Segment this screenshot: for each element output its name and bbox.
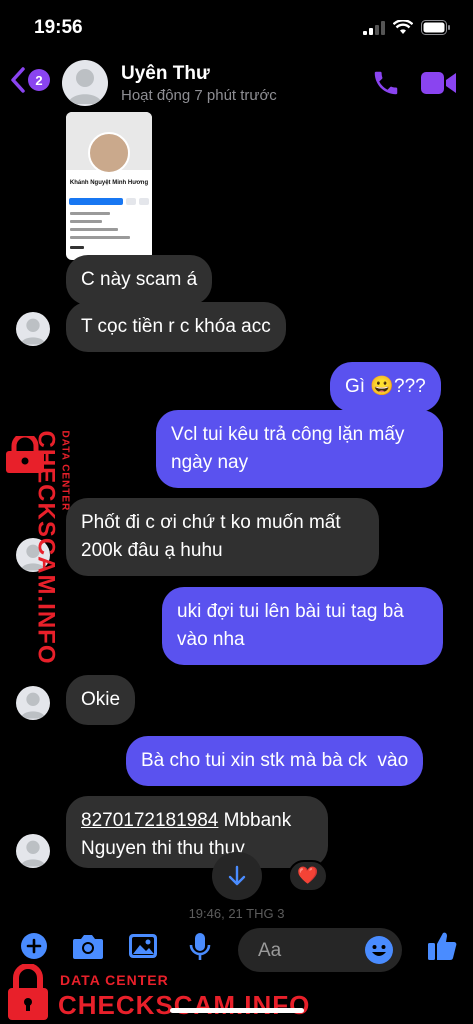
wifi-icon [393, 20, 413, 34]
shared-image-cover [66, 112, 152, 174]
default-avatar-icon [20, 318, 46, 345]
message-text: Okie [81, 689, 121, 710]
camera-icon[interactable] [72, 932, 104, 960]
message-outgoing[interactable]: Bà cho tui xin stk mà bà ck vào [126, 736, 424, 786]
message-incoming[interactable]: Phốt đi c ơi chứ t ko muốn mất 200k đâu … [66, 498, 379, 576]
default-avatar-icon [20, 840, 46, 867]
message-text-line: Vcl tui kêu trả công lặn mấy [171, 424, 405, 445]
shared-image-button [69, 198, 123, 205]
watermark-small-text: DATA CENTER [60, 972, 169, 988]
message-outgoing[interactable]: uki đợi tui lên bài tui tag bà vào nha [162, 587, 443, 665]
message-outgoing[interactable]: Vcl tui kêu trả công lặn mấy ngày nay [156, 410, 443, 488]
shared-image-button-2 [126, 198, 136, 205]
message-text-line: Nguyen thi thu thuy [81, 838, 245, 859]
message-text: C này scam á [81, 269, 198, 290]
home-indicator[interactable] [170, 1008, 304, 1013]
sender-avatar[interactable] [16, 312, 50, 346]
message-text-line: Phốt đi c ơi chứ t ko muốn mất [81, 512, 341, 533]
contact-name[interactable]: Uyên Thư [121, 63, 210, 85]
photo-gallery-icon[interactable] [128, 932, 158, 960]
sender-avatar[interactable] [16, 834, 50, 868]
shared-image-profile-picture [88, 132, 130, 174]
watermark-side-text: DATA CENTER CHECKSCAM.INFO [32, 430, 71, 665]
chat-header: 2 Uyên Thư Hoạt động 7 phút trước [0, 56, 473, 112]
watermark-side: DATA CENTER CHECKSCAM.INFO [2, 431, 71, 666]
watermark-big-text: CHECKSCAM.INFO [58, 990, 311, 1020]
message-incoming[interactable]: Okie [66, 675, 136, 725]
arrow-down-icon [228, 865, 246, 886]
message-incoming[interactable]: C này scam á [66, 255, 213, 305]
message-incoming[interactable]: T cọc tiền r c khóa acc [66, 302, 286, 352]
shared-image-line [70, 212, 110, 215]
message-text-line: 200k đâu ạ huhu [81, 540, 223, 561]
message-text-line: ngày nay [171, 452, 249, 473]
watermark-small-text: DATA CENTER [59, 430, 71, 512]
back-button[interactable]: 2 [10, 66, 50, 94]
message-text: T cọc tiền r c khóa acc [81, 316, 271, 337]
shared-image-line [70, 246, 84, 249]
contact-status: Hoạt động 7 phút trước [121, 87, 277, 104]
grinning-emoji-icon: 😀 [370, 376, 395, 397]
message-text: ??? [394, 376, 426, 397]
contact-avatar[interactable] [62, 60, 108, 106]
message-incoming[interactable]: 8270172181984 Mbbank Nguyen thi thu thuy [66, 796, 328, 868]
status-icons [363, 20, 451, 35]
message-outgoing[interactable]: Gì 😀??? [330, 362, 441, 412]
message-text: Mbbank [218, 810, 292, 831]
phone-call-icon[interactable] [371, 68, 401, 98]
message-text: Bà cho tui xin stk mà bà ck vào [141, 750, 409, 771]
heart-reaction[interactable]: ❤️ [288, 860, 328, 892]
message-timestamp: 19:46, 21 THG 3 [188, 906, 285, 921]
chevron-left-icon [11, 67, 25, 93]
shared-image-line [70, 228, 118, 231]
plus-icon[interactable] [20, 932, 48, 960]
message-text-line: uki đợi tui lên bài tui tag bà [177, 601, 404, 622]
microphone-icon[interactable] [188, 932, 212, 962]
watermark-bottom: DATA CENTER CHECKSCAM.INFO [0, 960, 473, 1024]
shared-image-line [70, 236, 130, 239]
padlock-icon [8, 964, 48, 1020]
watermark-big-text: CHECKSCAM.INFO [32, 430, 60, 665]
account-number-link[interactable]: 8270172181984 [81, 810, 218, 831]
shared-profile-screenshot[interactable]: Khánh Nguyệt Minh Hương [66, 112, 152, 260]
sender-avatar[interactable] [16, 686, 50, 720]
unread-badge: 2 [28, 69, 50, 91]
status-bar: 19:56 [0, 0, 473, 54]
default-avatar-icon [68, 69, 102, 104]
video-call-icon[interactable] [421, 70, 457, 96]
shared-image-line [70, 220, 102, 223]
battery-icon [421, 20, 450, 35]
thumbs-up-icon[interactable] [427, 930, 457, 962]
message-text: Gì [345, 376, 371, 397]
shared-image-profile-name: Khánh Nguyệt Minh Hương [69, 180, 149, 186]
message-text-line: vào nha [177, 629, 245, 650]
shared-image-button-3 [139, 198, 149, 205]
message-input-placeholder: Aa [258, 940, 282, 961]
scroll-to-bottom-button[interactable] [212, 852, 262, 900]
default-avatar-icon [20, 692, 46, 719]
signal-icon [363, 20, 385, 35]
status-time: 19:56 [34, 17, 83, 38]
